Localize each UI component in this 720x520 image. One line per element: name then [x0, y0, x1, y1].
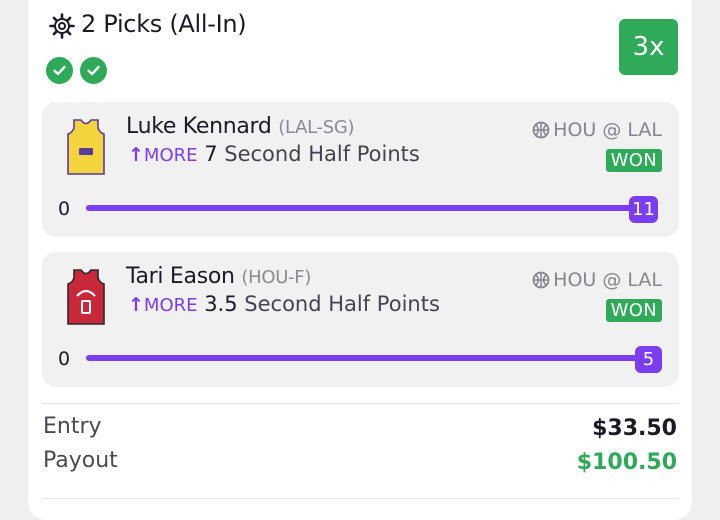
basketball-icon — [532, 121, 550, 139]
pick-line-value: 3.5 — [204, 292, 238, 316]
entry-title: 2 Picks (All-In) — [81, 10, 247, 38]
payout-amount: $100.50 — [576, 450, 677, 475]
payout-multiplier-badge: 3x — [619, 19, 678, 75]
progress-min: 0 — [58, 348, 71, 370]
player-position: (HOU-F) — [241, 267, 312, 288]
game-matchup: HOU @ LAL — [532, 269, 662, 291]
check-icon — [46, 57, 73, 84]
player-position: (LAL-SG) — [278, 117, 355, 138]
check-icon — [80, 57, 107, 84]
progress-value-badge: 11 — [629, 196, 658, 223]
progress-track — [86, 355, 643, 361]
divider — [42, 403, 679, 404]
game-matchup: HOU @ LAL — [532, 119, 662, 141]
game-matchup-text: HOU @ LAL — [553, 119, 662, 141]
player-name: Tari Eason (HOU-F) — [126, 264, 311, 289]
pick-status-checks — [46, 57, 107, 84]
pick-stat: Second Half Points — [224, 142, 420, 166]
progress-track — [86, 205, 643, 211]
entry-amount: $33.50 — [592, 416, 677, 441]
arrow-up-icon: ↑ — [128, 144, 144, 166]
pick-line: ↑MORE 3.5 Second Half Points — [128, 292, 440, 316]
player-name-text: Tari Eason — [126, 264, 235, 289]
pick-card[interactable]: Luke Kennard (LAL-SG) ↑MORE 7 Second Hal… — [42, 102, 679, 237]
pick-line-value: 7 — [204, 142, 218, 166]
pick-stat: Second Half Points — [244, 292, 440, 316]
game-matchup-text: HOU @ LAL — [553, 269, 662, 291]
progress-fill — [86, 205, 643, 211]
status-badge: WON — [605, 149, 662, 172]
jersey-icon — [67, 269, 105, 325]
player-name-text: Luke Kennard — [126, 114, 272, 139]
pick-direction: MORE — [143, 145, 198, 166]
divider — [42, 498, 679, 499]
status-badge: WON — [605, 299, 662, 322]
pick-card[interactable]: Tari Eason (HOU-F) ↑MORE 3.5 Second Half… — [42, 252, 679, 387]
pick-direction: MORE — [143, 295, 198, 316]
basketball-icon — [532, 271, 550, 289]
pick-line: ↑MORE 7 Second Half Points — [128, 142, 420, 166]
payout-label: Payout — [43, 448, 118, 473]
jersey-icon — [67, 119, 105, 175]
player-name: Luke Kennard (LAL-SG) — [126, 114, 355, 139]
progress-value-badge: 5 — [635, 346, 662, 373]
progress-min: 0 — [58, 198, 71, 220]
arrow-up-icon: ↑ — [128, 294, 144, 316]
settings-icon — [49, 13, 75, 39]
progress-fill — [86, 355, 643, 361]
entry-label: Entry — [43, 414, 102, 439]
